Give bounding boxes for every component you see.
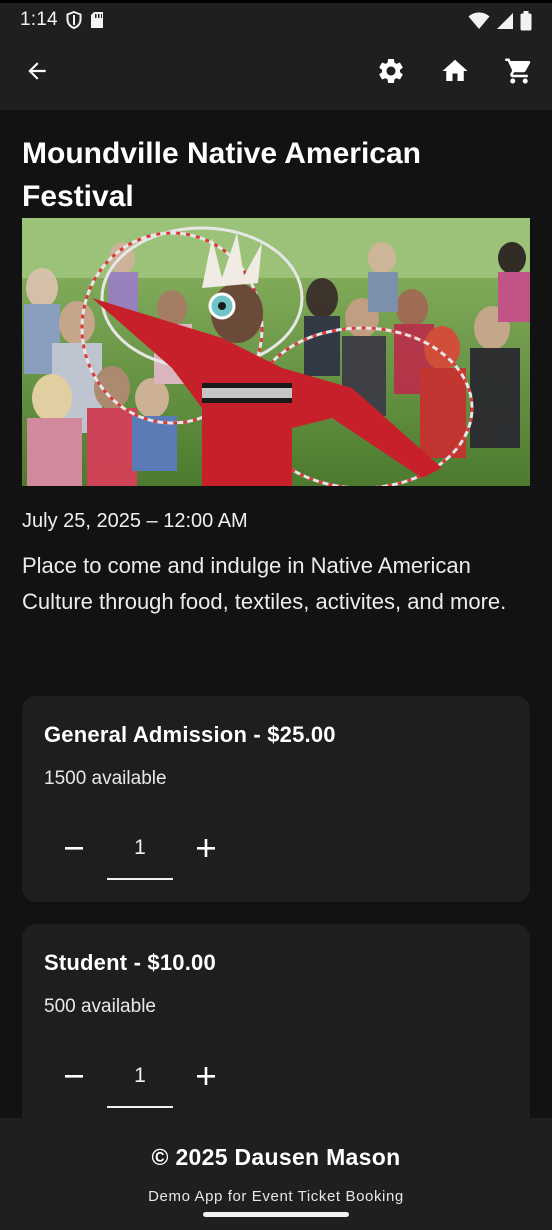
increase-quantity-button[interactable]: [186, 1058, 226, 1098]
status-time: 1:14: [20, 9, 58, 30]
minus-icon: [63, 837, 85, 864]
footer: © 2025 Dausen Mason Demo App for Event T…: [0, 1118, 552, 1230]
signal-icon: [496, 12, 514, 35]
decrease-quantity-button[interactable]: [54, 830, 94, 870]
quantity-stepper: 1: [52, 1050, 232, 1110]
minus-icon: [63, 1065, 85, 1092]
home-icon: [440, 56, 470, 91]
decrease-quantity-button[interactable]: [54, 1058, 94, 1098]
status-bar: 1:14: [0, 0, 552, 36]
shield-icon: [66, 10, 82, 34]
settings-icon: [376, 56, 406, 91]
event-date: July 25, 2025 – 12:00 AM: [22, 510, 248, 532]
home-button[interactable]: [433, 51, 477, 95]
cart-icon: [504, 56, 534, 91]
quantity-input[interactable]: 1: [107, 1050, 173, 1108]
event-image: [22, 218, 530, 486]
plus-icon: [195, 1065, 217, 1092]
footer-subtitle: Demo App for Event Ticket Booking: [148, 1188, 404, 1205]
ticket-name: General Admission - $25.00: [44, 722, 336, 747]
sd-card-icon: [90, 11, 104, 34]
increase-quantity-button[interactable]: [186, 830, 226, 870]
ticket-availability: 1500 available: [44, 768, 167, 789]
battery-icon: [520, 11, 532, 36]
back-button[interactable]: [15, 51, 59, 95]
ticket-card: General Admission - $25.00 1500 availabl…: [22, 696, 530, 902]
event-detail-content[interactable]: Moundville Native American Festival July…: [0, 110, 552, 1118]
ticket-card: Student - $10.00 500 available 1: [22, 924, 530, 1118]
ticket-availability: 500 available: [44, 996, 156, 1017]
event-title: Moundville Native American Festival: [22, 137, 421, 213]
footer-copyright: © 2025 Dausen Mason: [151, 1144, 401, 1170]
quantity-stepper: 1: [52, 822, 232, 882]
wifi-icon: [468, 12, 490, 35]
gesture-navigation-bar[interactable]: [203, 1212, 349, 1217]
arrow-back-icon: [24, 58, 50, 89]
app-bar: [0, 36, 552, 110]
cart-button[interactable]: [497, 51, 541, 95]
quantity-input[interactable]: 1: [107, 822, 173, 880]
event-description: Place to come and indulge in Native Amer…: [22, 553, 507, 614]
plus-icon: [195, 837, 217, 864]
ticket-name: Student - $10.00: [44, 950, 216, 975]
settings-button[interactable]: [369, 51, 413, 95]
